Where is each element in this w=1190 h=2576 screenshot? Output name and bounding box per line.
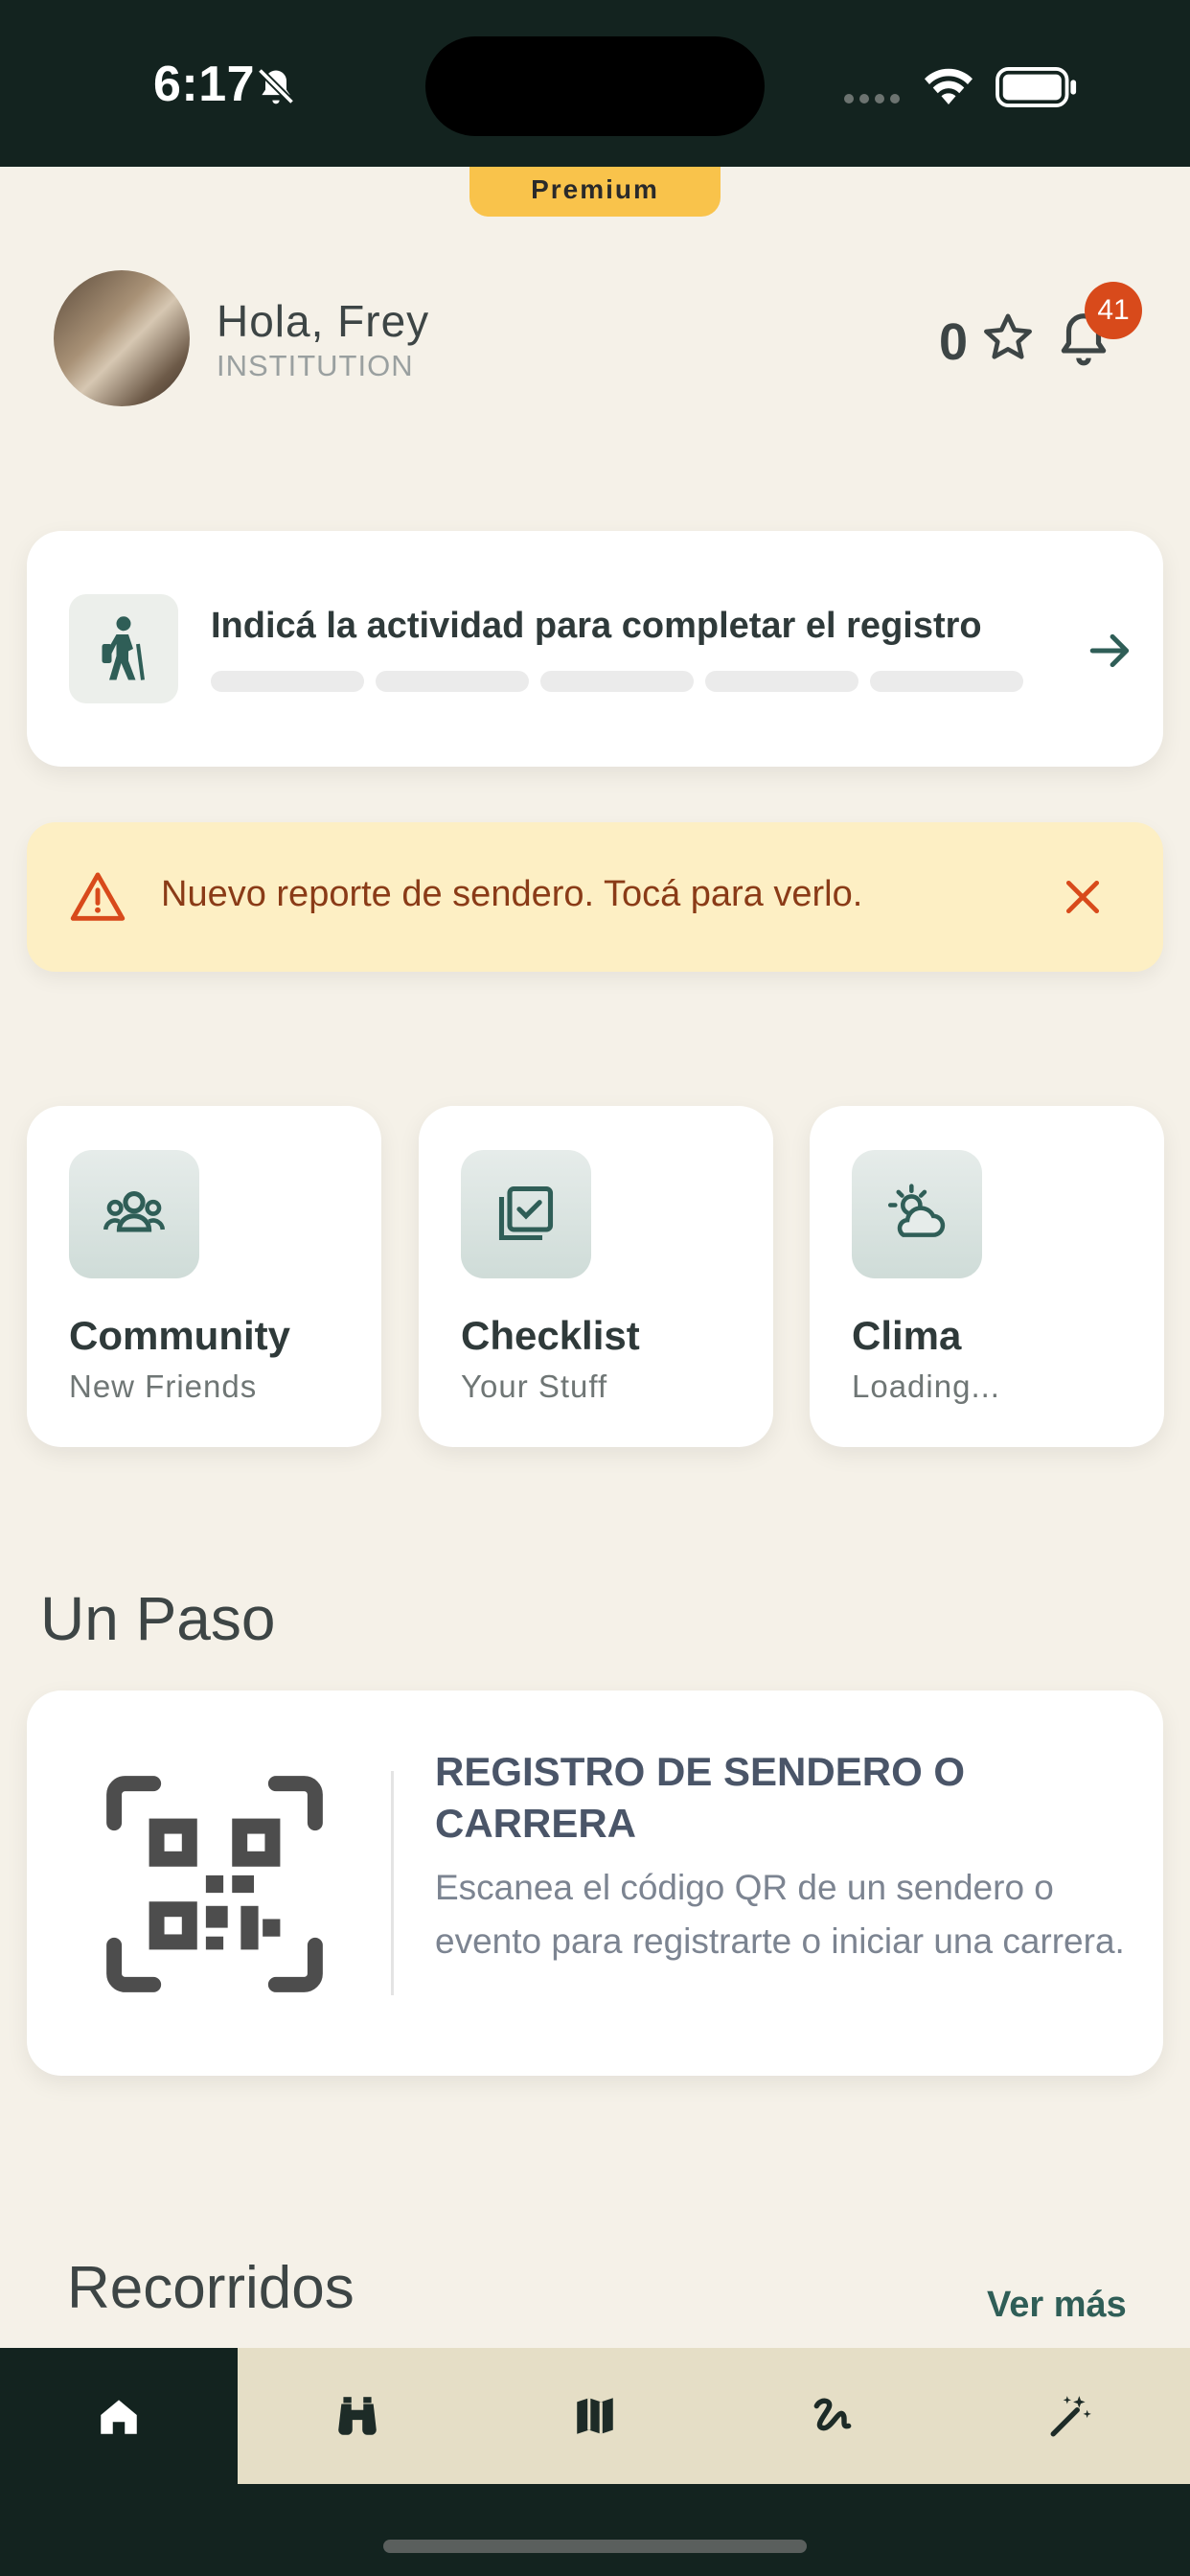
- section-title-un-paso: Un Paso: [40, 1584, 276, 1653]
- cellular-signal-icon: [844, 94, 900, 104]
- route-icon: [813, 2398, 852, 2431]
- community-icon-box: [69, 1150, 199, 1278]
- tile-clima[interactable]: Clima Loading...: [810, 1106, 1164, 1447]
- registration-title: Indicá la actividad para completar el re…: [211, 606, 982, 646]
- tab-map[interactable]: [476, 2348, 714, 2484]
- registration-card[interactable]: Indicá la actividad para completar el re…: [27, 531, 1163, 767]
- section-title-recorridos: Recorridos: [67, 2255, 355, 2321]
- status-bar: 6:17: [0, 0, 1190, 167]
- weather-icon: [887, 1184, 946, 1237]
- checklist-icon: [498, 1185, 554, 1241]
- people-icon: [103, 1191, 166, 1232]
- tile-community[interactable]: Community New Friends: [27, 1106, 381, 1447]
- tile-title: Community: [69, 1313, 290, 1358]
- hiker-icon-box: [69, 594, 178, 703]
- close-icon[interactable]: [1062, 876, 1104, 918]
- progress-segment: [376, 671, 529, 692]
- qr-card-title: REGISTRO DE SENDERO O CARRERA: [435, 1749, 966, 1846]
- tile-checklist[interactable]: Checklist Your Stuff: [419, 1106, 773, 1447]
- see-more-link[interactable]: Ver más: [987, 2285, 1127, 2326]
- home-icon: [101, 2400, 137, 2434]
- user-role: INSTITUTION: [217, 349, 414, 382]
- tile-subtitle: New Friends: [69, 1368, 258, 1404]
- map-icon: [577, 2398, 613, 2434]
- tile-title: Checklist: [461, 1313, 640, 1358]
- tab-home[interactable]: [0, 2348, 239, 2484]
- star-icon[interactable]: [981, 310, 1035, 364]
- greeting: Hola, Frey: [217, 296, 430, 346]
- notification-badge: 41: [1085, 282, 1142, 339]
- qr-card-description: Escanea el código QR de un sendero o eve…: [435, 1868, 1125, 1961]
- progress-segment: [705, 671, 858, 692]
- premium-tab[interactable]: Premium: [469, 167, 721, 217]
- tile-subtitle: Loading...: [852, 1368, 1000, 1404]
- bottom-tab-bar: [0, 2348, 1190, 2484]
- tile-subtitle: Your Stuff: [461, 1368, 608, 1404]
- home-indicator-area: [0, 2484, 1190, 2576]
- tab-magic[interactable]: [952, 2348, 1190, 2484]
- wifi-icon: [925, 68, 973, 104]
- divider: [391, 1771, 394, 1995]
- battery-icon: [995, 67, 1077, 107]
- qr-code-icon: [106, 1776, 323, 1992]
- progress-segment: [211, 671, 364, 692]
- tab-explore[interactable]: [238, 2348, 475, 2484]
- hiker-icon: [102, 616, 145, 680]
- progress-segment: [870, 671, 1023, 692]
- arrow-right-icon[interactable]: [1087, 627, 1134, 675]
- binoculars-icon: [337, 2397, 377, 2435]
- home-indicator[interactable]: [383, 2540, 807, 2553]
- qr-register-card[interactable]: REGISTRO DE SENDERO O CARRERA Escanea el…: [27, 1690, 1163, 2076]
- points-count: 0: [939, 313, 969, 371]
- trail-report-alert[interactable]: Nuevo reporte de sendero. Tocá para verl…: [27, 822, 1163, 972]
- magic-wand-icon: [1050, 2396, 1091, 2437]
- dynamic-island: [425, 36, 765, 136]
- bell-off-icon: [257, 67, 295, 105]
- avatar[interactable]: [54, 270, 190, 406]
- registration-progress: [211, 671, 1023, 692]
- weather-icon-box: [852, 1150, 982, 1278]
- status-time: 6:17: [153, 57, 256, 112]
- warning-icon: [70, 872, 126, 921]
- alert-text: Nuevo reporte de sendero. Tocá para verl…: [161, 874, 863, 914]
- progress-segment: [540, 671, 694, 692]
- checklist-icon-box: [461, 1150, 591, 1278]
- tile-title: Clima: [852, 1313, 962, 1358]
- tab-routes[interactable]: [714, 2348, 951, 2484]
